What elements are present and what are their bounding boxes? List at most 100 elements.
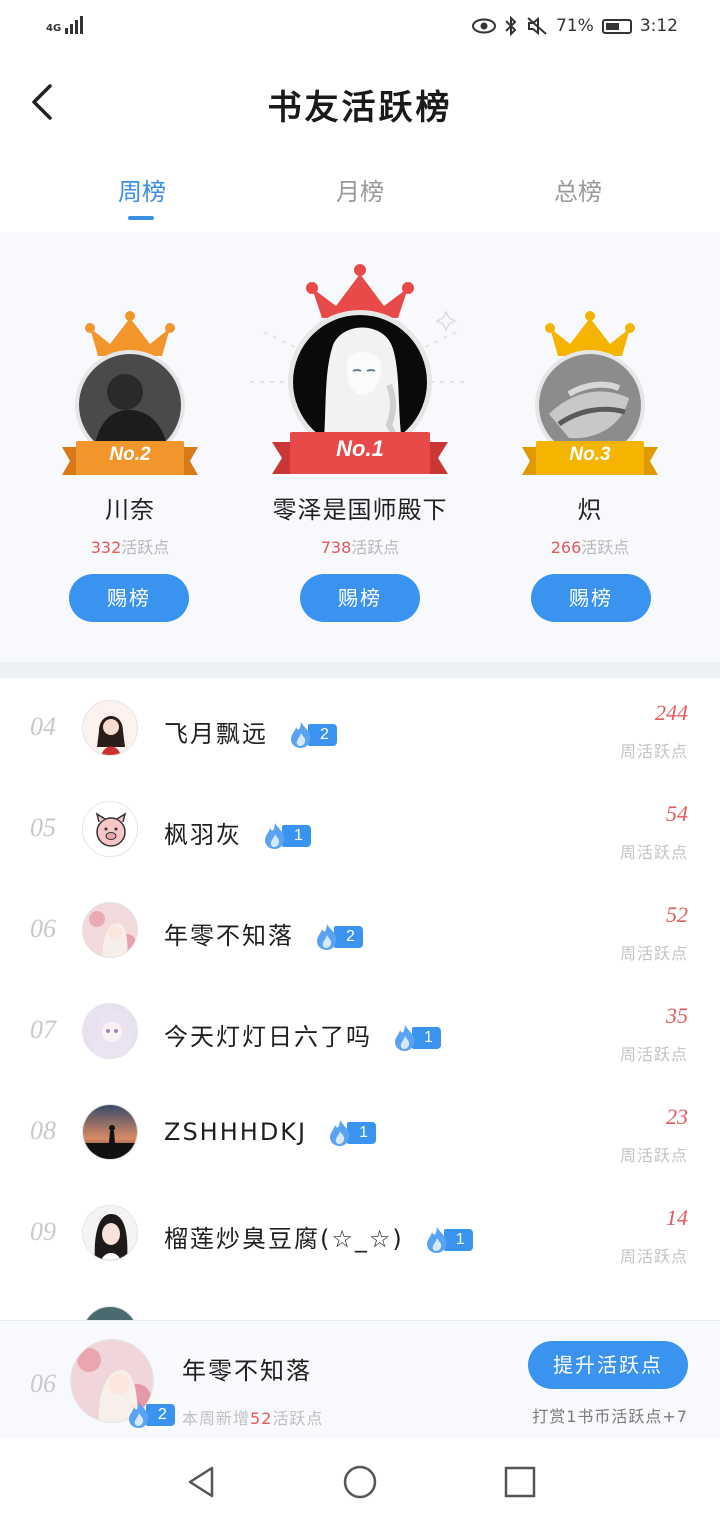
avatar[interactable]: [82, 801, 138, 857]
rank2-name[interactable]: 川奈: [10, 490, 250, 525]
user-name: 今天灯灯日六了吗: [164, 1023, 372, 1051]
network-type: 4G: [46, 23, 62, 34]
my-level-badge: 2: [126, 1402, 175, 1428]
tab-total[interactable]: 总榜: [518, 172, 638, 207]
level-badge: 1: [262, 823, 311, 849]
score-unit: 周活跃点: [619, 742, 688, 761]
user-name: 枫羽灰: [164, 821, 242, 849]
level-badge: 2: [314, 924, 363, 950]
avatar[interactable]: [82, 1003, 138, 1059]
rank1-name[interactable]: 零泽是国师殿下: [240, 490, 480, 525]
avatar[interactable]: [82, 1205, 138, 1261]
avatar[interactable]: [82, 1104, 138, 1160]
score-unit: 周活跃点: [619, 1146, 688, 1165]
avatar-image: [83, 1105, 137, 1159]
level-badge: 1: [424, 1227, 473, 1253]
level-badge: 1: [392, 1025, 441, 1051]
user-name: 年零不知落: [164, 922, 294, 950]
my-rank-bar: 06 2 年零不知落 本周新增52活跃点 提升活跃点 打赏1书币活跃点+7: [0, 1320, 720, 1439]
score-unit: 周活跃点: [619, 1247, 688, 1266]
rank-number: 09: [30, 1217, 56, 1246]
nav-recents-icon[interactable]: [500, 1462, 540, 1502]
rank2-points: 332活跃点: [10, 534, 250, 558]
list-item[interactable]: 08 ZSHHHDKJ 1 23 周活跃点: [0, 1082, 720, 1184]
user-name-row: 年零不知落 2: [164, 916, 363, 951]
rank3-points: 266活跃点: [470, 534, 710, 558]
list-item[interactable]: 09 榴莲炒臭豆腐(☆_☆) 1 14 周活跃点: [0, 1183, 720, 1285]
score-unit: 周活跃点: [619, 944, 688, 963]
status-bar: 4G 71% 3:12: [0, 0, 720, 56]
reward-button-rank1[interactable]: 赐榜: [300, 574, 420, 622]
nav-back-icon[interactable]: [182, 1462, 222, 1502]
signal-bars-icon: [65, 14, 84, 34]
user-name-row: 飞月飘远 2: [164, 714, 337, 749]
my-gain-prefix: 本周新增: [182, 1409, 251, 1428]
section-divider: [0, 662, 720, 678]
boost-hint: 打赏1书币活跃点+7: [532, 1407, 688, 1426]
tab-monthly[interactable]: 月榜: [300, 172, 420, 207]
user-name: 榴莲炒臭豆腐(☆_☆): [164, 1225, 404, 1253]
my-weekly-gain: 本周新增52活跃点: [182, 1405, 323, 1429]
rank2-label: No.2: [109, 444, 151, 465]
clock: 3:12: [639, 16, 678, 36]
eye-icon: [472, 18, 497, 34]
user-name-row: 今天灯灯日六了吗 1: [164, 1017, 441, 1052]
rank3-name[interactable]: 炽: [470, 490, 710, 525]
bluetooth-icon: [505, 16, 517, 36]
user-name-row: ZSHHHDKJ 1: [164, 1118, 377, 1146]
score-value: 23: [666, 1104, 688, 1129]
flame-icon: [426, 1227, 447, 1253]
flame-icon: [330, 1120, 350, 1146]
rank2-points-value: 332: [90, 538, 122, 557]
ranking-tabs: 周榜 月榜 总榜: [0, 160, 720, 233]
rank1-label: No.1: [336, 436, 384, 461]
score-value: 54: [666, 801, 688, 826]
score-value: 244: [655, 700, 688, 725]
reward-button-rank2[interactable]: 赐榜: [69, 574, 189, 622]
rank3-label: No.3: [569, 444, 611, 465]
rank-number: 07: [30, 1015, 56, 1044]
system-nav-bar: [0, 1438, 720, 1520]
avatar-image: [83, 802, 137, 856]
user-name-row: 榴莲炒臭豆腐(☆_☆) 1: [164, 1219, 473, 1254]
my-rank-number: 06: [30, 1369, 56, 1398]
nav-home-icon[interactable]: [340, 1462, 380, 1502]
avatar[interactable]: [82, 700, 138, 756]
score-value: 35: [666, 1003, 688, 1028]
top-three-podium: No.2 川奈 332活跃点 赐榜 No.1 零泽是国师殿下 738活跃点 赐榜: [0, 232, 720, 662]
flame-icon: [265, 823, 285, 849]
rank1-points: 738活跃点: [240, 534, 480, 558]
score-unit: 周活跃点: [619, 1045, 688, 1064]
avatar[interactable]: [82, 902, 138, 958]
my-gain-points: 52: [250, 1409, 273, 1428]
rank-number: 08: [30, 1116, 56, 1145]
list-item[interactable]: 07 今天灯灯日六了吗 1 35 周活跃点: [0, 981, 720, 1083]
user-name-row: 枫羽灰 1: [164, 815, 311, 850]
tab-weekly[interactable]: 周榜: [82, 172, 202, 207]
battery-icon: [601, 18, 632, 34]
list-item[interactable]: 06 年零不知落 2 52 周活跃点: [0, 880, 720, 982]
level-badge: 2: [288, 722, 337, 748]
rank-number: 04: [30, 712, 56, 741]
reward-button-rank3[interactable]: 赐榜: [531, 574, 651, 622]
rank2-points-unit: 活跃点: [121, 538, 170, 557]
battery-percent: 71%: [556, 16, 594, 36]
rank1-points-unit: 活跃点: [351, 538, 400, 557]
rank3-points-unit: 活跃点: [581, 538, 630, 557]
score-value: 52: [666, 902, 688, 927]
rank-number: 05: [30, 813, 56, 842]
list-item[interactable]: 04 飞月飘远 2 244 周活跃点: [0, 678, 720, 780]
avatar-image: [83, 1206, 137, 1260]
flame-icon: [129, 1402, 149, 1428]
user-name: 飞月飘远: [164, 720, 268, 748]
rank3-points-value: 266: [550, 538, 582, 557]
boost-activity-button[interactable]: 提升活跃点: [528, 1341, 688, 1389]
tab-indicator: [128, 216, 154, 220]
list-item[interactable]: 05 枫羽灰 1 54 周活跃点: [0, 779, 720, 881]
mute-icon: [527, 16, 547, 36]
flame-icon: [395, 1025, 415, 1051]
signal-indicator: 4G: [46, 14, 84, 34]
flame-icon: [317, 924, 337, 950]
user-name: ZSHHHDKJ: [164, 1118, 308, 1146]
my-gain-suffix: 活跃点: [272, 1409, 324, 1428]
